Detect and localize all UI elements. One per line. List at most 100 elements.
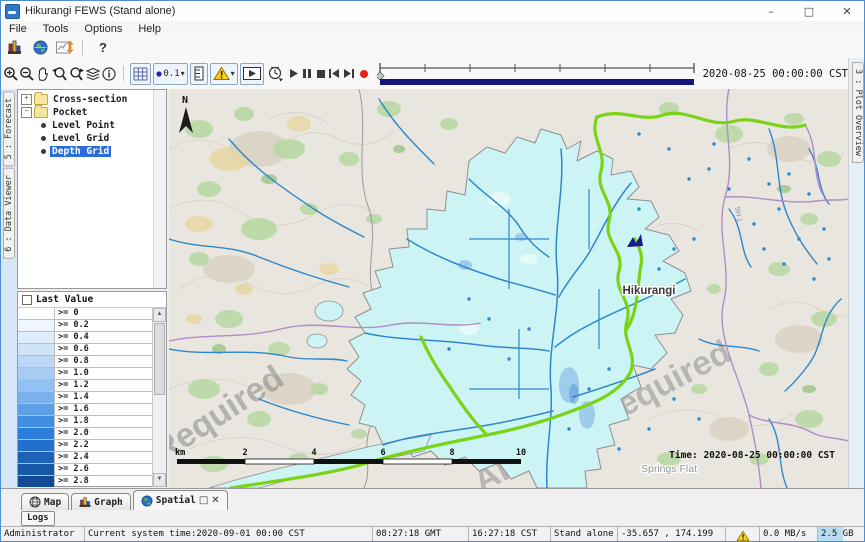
map-toolbar: 0.1 ▾ ▾ xyxy=(1,58,848,90)
menu-options[interactable]: Options xyxy=(76,23,130,35)
animation-display-button[interactable] xyxy=(240,63,264,85)
bullet-icon xyxy=(41,136,46,141)
zoom-next-icon[interactable] xyxy=(68,64,85,84)
layers-icon[interactable] xyxy=(85,64,101,84)
display-tab-bar: Map Graph Spatial □ ✕ xyxy=(1,488,865,510)
tab-data-viewer[interactable]: 6 : Data Viewer xyxy=(3,168,15,259)
collapse-icon[interactable]: − xyxy=(21,107,32,118)
tree-scrollbar[interactable] xyxy=(153,90,166,288)
play-button[interactable] xyxy=(288,64,299,84)
legend-color-swatch xyxy=(18,344,55,355)
time-slider-handle xyxy=(377,72,384,80)
status-local-time: 16:27:18 CST xyxy=(469,527,551,542)
tab-plot-overview[interactable]: 3 : Plot Overview xyxy=(852,62,864,163)
chevron-down-icon: ▾ xyxy=(231,69,235,78)
maximize-button[interactable]: □ xyxy=(790,1,828,21)
status-bar: Administrator Current system time:2020-0… xyxy=(1,526,865,542)
menu-file[interactable]: File xyxy=(1,23,35,35)
logs-button[interactable]: Logs xyxy=(21,511,55,526)
map-globe-icon[interactable] xyxy=(29,39,51,57)
legend-color-swatch xyxy=(18,440,55,451)
grid-display-button[interactable] xyxy=(130,63,151,85)
tree-item-pocket[interactable]: − Pocket xyxy=(21,106,166,119)
legend-row: >= 0.6 xyxy=(18,344,153,356)
tree-item-level-point[interactable]: Level Point xyxy=(35,119,166,132)
last-value-checkbox[interactable] xyxy=(22,295,32,305)
tab-forecast[interactable]: 5 : Forecast xyxy=(3,91,15,166)
status-user: Administrator xyxy=(1,527,85,542)
scroll-up-icon[interactable]: ▲ xyxy=(153,308,166,322)
maximize-tab-icon[interactable]: □ xyxy=(199,495,208,506)
pause-button[interactable] xyxy=(302,64,312,84)
pan-hand-icon[interactable] xyxy=(35,64,51,84)
app-window: Hikurangi FEWS (Stand alone) – □ ✕ File … xyxy=(0,0,865,542)
legend-row-label: >= 0.6 xyxy=(55,344,89,355)
classbreak-value: 0.1 xyxy=(163,69,179,79)
tree-item-cross-section[interactable]: + Cross-section xyxy=(21,93,166,106)
help-button[interactable]: ? xyxy=(92,39,114,57)
legend-color-swatch xyxy=(18,464,55,475)
legend-row: >= 2.6 xyxy=(18,464,153,476)
legend-row: >= 1.2 xyxy=(18,380,153,392)
legend-row-label: >= 1.4 xyxy=(55,392,89,403)
stop-button[interactable] xyxy=(316,64,326,84)
status-warning-icon[interactable] xyxy=(726,527,760,542)
time-slider[interactable] xyxy=(377,60,697,87)
classbreak-dropdown[interactable]: 0.1 ▾ xyxy=(153,63,187,85)
legend-row: >= 0 xyxy=(18,308,153,320)
skip-to-start-button[interactable] xyxy=(328,64,340,84)
timeline-span-bar xyxy=(380,79,694,85)
legend-row-label: >= 2.0 xyxy=(55,428,89,439)
legend-row: >= 1.4 xyxy=(18,392,153,404)
zoom-previous-icon[interactable] xyxy=(51,64,68,84)
legend-color-swatch xyxy=(18,356,55,367)
spatial-display-icon[interactable] xyxy=(54,39,76,57)
legend-row-label: >= 2.4 xyxy=(55,452,89,463)
legend-row-label: >= 1.8 xyxy=(55,416,89,427)
legend-row: >= 1.0 xyxy=(18,368,153,380)
legend-row-label: >= 1.0 xyxy=(55,368,89,379)
scroll-thumb[interactable] xyxy=(154,323,165,395)
legend-color-swatch xyxy=(18,380,55,391)
scroll-down-icon[interactable]: ▼ xyxy=(153,473,166,487)
tab-graph[interactable]: Graph xyxy=(71,493,131,510)
record-button[interactable] xyxy=(359,64,369,84)
tree-item-level-grid[interactable]: Level Grid xyxy=(35,132,166,145)
minimize-button[interactable]: – xyxy=(752,1,790,21)
legend-scrollbar[interactable]: ▲ ▼ xyxy=(152,308,166,487)
place-label: Springs Flat xyxy=(641,463,697,475)
legend-color-swatch xyxy=(18,368,55,379)
close-tab-icon[interactable]: ✕ xyxy=(211,495,219,506)
chevron-down-icon: ▾ xyxy=(181,69,185,78)
title-bar: Hikurangi FEWS (Stand alone) – □ ✕ xyxy=(1,1,865,22)
status-coordinates: -35.657 , 174.199 xyxy=(618,527,726,542)
zoom-in-icon[interactable] xyxy=(3,64,19,84)
legend-row: >= 2.2 xyxy=(18,440,153,452)
menu-help[interactable]: Help xyxy=(130,23,169,35)
legend-row: >= 2.0 xyxy=(18,428,153,440)
database-status-icon[interactable] xyxy=(4,39,26,57)
info-icon[interactable] xyxy=(101,64,117,84)
legend-row-label: >= 0.8 xyxy=(55,356,89,367)
close-button[interactable]: ✕ xyxy=(828,1,865,21)
menu-bar: File Tools Options Help xyxy=(1,21,865,38)
legend-color-swatch xyxy=(18,392,55,403)
tree-item-depth-grid[interactable]: Depth Grid xyxy=(35,145,166,158)
legend-color-swatch xyxy=(18,332,55,343)
expand-icon[interactable]: + xyxy=(21,94,32,105)
globe-icon xyxy=(141,495,153,507)
tab-spatial[interactable]: Spatial □ ✕ xyxy=(133,490,228,510)
skip-to-end-button[interactable] xyxy=(343,64,355,84)
animation-clock-icon[interactable] xyxy=(267,64,284,84)
toolbar-separator xyxy=(82,40,83,55)
map-viewport[interactable]: API Key Required API Key Required xyxy=(169,89,848,488)
zoom-out-icon[interactable] xyxy=(19,64,35,84)
svg-text:N: N xyxy=(182,95,188,106)
status-memory: 2.5 GB xyxy=(818,527,865,542)
legend-color-swatch xyxy=(18,320,55,331)
tab-map[interactable]: Map xyxy=(21,493,69,510)
menu-tools[interactable]: Tools xyxy=(35,23,77,35)
profile-tool-button[interactable] xyxy=(190,63,208,85)
warning-layer-dropdown[interactable]: ▾ xyxy=(210,63,238,85)
status-gmt-time: 08:27:18 GMT xyxy=(373,527,469,542)
